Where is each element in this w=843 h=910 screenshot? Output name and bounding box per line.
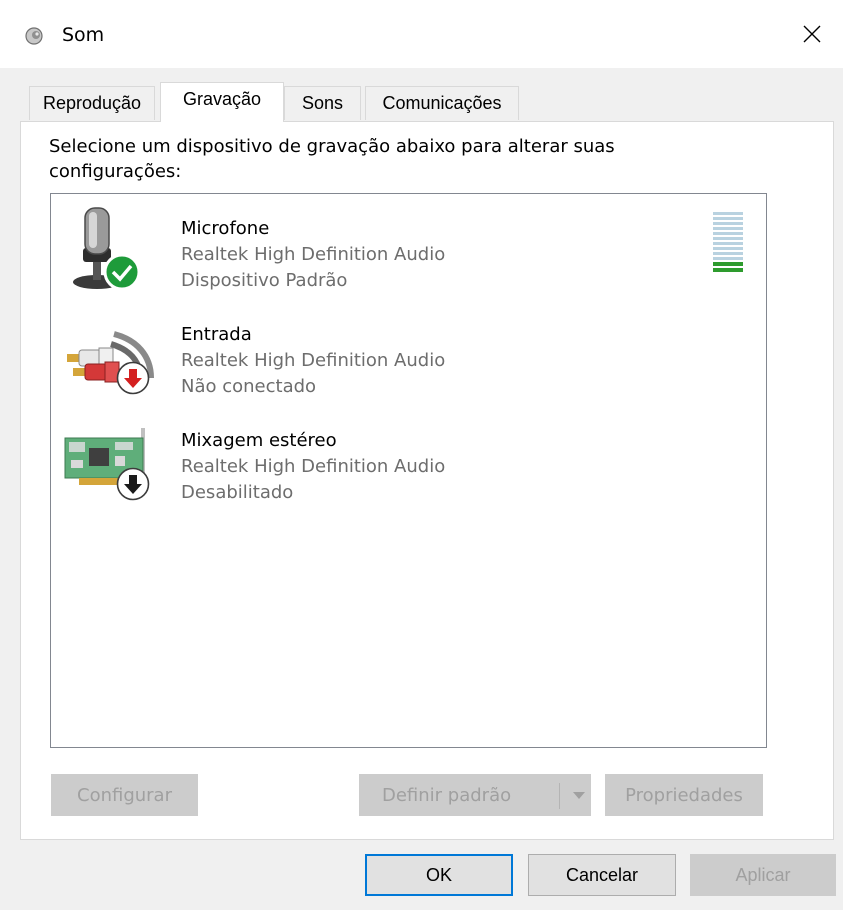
speaker-icon (24, 26, 44, 46)
line-in-cable-icon (59, 306, 159, 400)
microphone-icon (59, 200, 159, 294)
level-meter (713, 212, 743, 274)
tab-comunicacoes[interactable]: Comunicações (365, 86, 519, 120)
ok-button[interactable]: OK (365, 854, 513, 896)
chevron-down-icon[interactable] (566, 781, 592, 811)
close-button[interactable] (781, 0, 843, 68)
recording-panel: Selecione um dispositivo de gravação aba… (20, 121, 834, 840)
device-driver: Realtek High Definition Audio (181, 244, 446, 265)
tab-gravacao[interactable]: Gravação (160, 82, 284, 122)
close-icon (803, 25, 821, 43)
set-default-button[interactable]: Definir padrão (359, 774, 591, 816)
device-driver: Realtek High Definition Audio (181, 456, 446, 477)
device-status: Dispositivo Padrão (181, 270, 348, 291)
list-item[interactable]: Microfone Realtek High Definition Audio … (51, 194, 766, 298)
cancel-button[interactable]: Cancelar (528, 854, 676, 896)
device-status: Desabilitado (181, 482, 294, 503)
properties-button[interactable]: Propriedades (605, 774, 763, 816)
split-divider (559, 783, 560, 809)
configure-button[interactable]: Configurar (51, 774, 198, 816)
apply-button[interactable]: Aplicar (690, 854, 836, 896)
list-item[interactable]: Entrada Realtek High Definition Audio Nã… (51, 300, 766, 404)
default-check-icon (103, 253, 141, 291)
list-item[interactable]: Mixagem estéreo Realtek High Definition … (51, 406, 766, 510)
device-driver: Realtek High Definition Audio (181, 350, 446, 371)
instructions-text: Selecione um dispositivo de gravação aba… (49, 136, 615, 182)
device-name: Entrada (181, 324, 252, 345)
set-default-label: Definir padrão (382, 784, 512, 806)
device-status: Não conectado (181, 376, 317, 397)
window-title: Som (62, 24, 105, 46)
sound-card-icon (59, 412, 159, 506)
device-name: Microfone (181, 218, 270, 239)
device-list[interactable]: Microfone Realtek High Definition Audio … (50, 193, 767, 748)
tab-reproducao[interactable]: Reprodução (29, 86, 155, 120)
disabled-arrow-icon (116, 467, 150, 501)
tab-sons[interactable]: Sons (284, 86, 361, 120)
device-name: Mixagem estéreo (181, 430, 337, 451)
title-bar: Som (0, 0, 843, 68)
unplugged-arrow-icon (116, 361, 150, 395)
